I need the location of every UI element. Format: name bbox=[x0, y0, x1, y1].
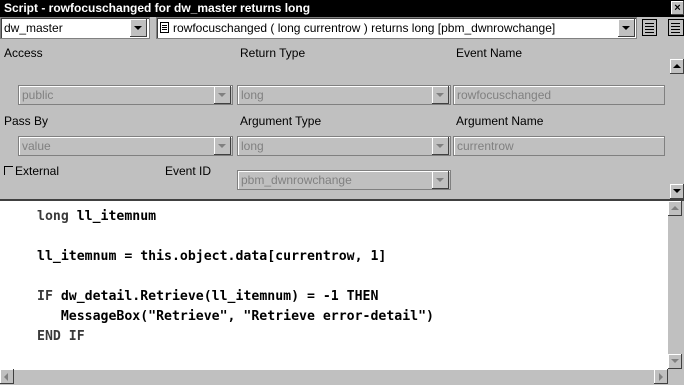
code-keyword: IF bbox=[37, 289, 53, 304]
return-type-label: Return Type bbox=[240, 46, 306, 60]
external-checkbox-box[interactable] bbox=[4, 166, 13, 175]
external-label: External bbox=[15, 164, 60, 178]
object-select[interactable]: dw_master bbox=[0, 17, 150, 39]
list-view-alt-icon[interactable] bbox=[668, 19, 684, 36]
chevron-down-icon[interactable] bbox=[432, 137, 449, 155]
pass-by-label: Pass By bbox=[4, 114, 49, 128]
close-button[interactable]: × bbox=[671, 1, 684, 15]
code-line[interactable] bbox=[37, 227, 434, 247]
code-text: ll_itemnum = this.object.data[currentrow… bbox=[37, 249, 387, 264]
code-keyword: END IF bbox=[37, 329, 85, 344]
pass-by-select[interactable]: value bbox=[18, 136, 233, 156]
scroll-up-icon[interactable] bbox=[670, 59, 684, 74]
title-bar[interactable]: Script - rowfocuschanged for dw_master r… bbox=[0, 0, 684, 17]
argument-name-label: Argument Name bbox=[456, 114, 544, 128]
chevron-down-icon[interactable] bbox=[130, 19, 147, 37]
return-type-select[interactable]: long bbox=[237, 85, 451, 105]
event-name-value: rowfocuschanged bbox=[457, 88, 552, 102]
code-text: dw_detail.Retrieve(ll_itemnum) = -1 THEN bbox=[52, 289, 379, 304]
code-line[interactable]: long ll_itemnum bbox=[37, 207, 434, 227]
object-select-value: dw_master bbox=[4, 21, 63, 35]
script-code[interactable]: long ll_itemnum ll_itemnum = this.object.… bbox=[37, 207, 434, 347]
chevron-down-icon[interactable] bbox=[432, 86, 449, 104]
event-name-field[interactable]: rowfocuschanged bbox=[453, 85, 665, 105]
event-select-value: rowfocuschanged ( long currentrow ) retu… bbox=[173, 21, 556, 35]
editor-hscrollbar[interactable] bbox=[0, 369, 668, 385]
event-select-value-wrap: rowfocuschanged ( long currentrow ) retu… bbox=[160, 18, 615, 38]
scroll-down-icon[interactable] bbox=[670, 184, 684, 199]
return-type-value: long bbox=[241, 88, 264, 102]
argument-type-label: Argument Type bbox=[240, 114, 322, 128]
code-text: MessageBox("Retrieve", "Retrieve error-d… bbox=[37, 309, 434, 324]
pass-by-value: value bbox=[22, 139, 51, 153]
script-editor[interactable]: long ll_itemnum ll_itemnum = this.object.… bbox=[0, 199, 684, 385]
editor-vscrollbar[interactable] bbox=[668, 201, 684, 369]
scroll-down-icon[interactable] bbox=[668, 354, 682, 369]
properties-scrollbar[interactable] bbox=[670, 59, 684, 199]
event-id-select[interactable]: pbm_dwnrowchange bbox=[237, 170, 451, 190]
access-label: Access bbox=[4, 46, 43, 60]
chevron-down-icon[interactable] bbox=[618, 19, 635, 37]
code-line[interactable]: IF dw_detail.Retrieve(ll_itemnum) = -1 T… bbox=[37, 287, 434, 307]
argument-type-select[interactable]: long bbox=[237, 136, 451, 156]
code-text: ll_itemnum bbox=[68, 209, 157, 224]
event-name-label: Event Name bbox=[456, 46, 523, 60]
access-select[interactable]: public bbox=[18, 85, 233, 105]
scroll-corner bbox=[668, 369, 684, 385]
chevron-down-icon[interactable] bbox=[214, 137, 231, 155]
code-line[interactable]: END IF bbox=[37, 327, 434, 347]
event-id-value: pbm_dwnrowchange bbox=[241, 173, 352, 187]
scroll-up-icon[interactable] bbox=[668, 201, 682, 216]
chevron-down-icon[interactable] bbox=[432, 171, 449, 189]
window-title: Script - rowfocuschanged for dw_master r… bbox=[4, 1, 311, 15]
chevron-down-icon[interactable] bbox=[214, 86, 231, 104]
properties-panel: Access Return Type Event Name public lon… bbox=[0, 39, 670, 199]
code-line[interactable]: ll_itemnum = this.object.data[currentrow… bbox=[37, 247, 434, 267]
event-id-label: Event ID bbox=[165, 164, 212, 178]
argument-name-field[interactable]: currentrow bbox=[453, 136, 665, 156]
access-value: public bbox=[22, 88, 54, 102]
list-view-icon[interactable] bbox=[642, 19, 657, 36]
code-keyword: long bbox=[37, 209, 69, 224]
external-checkbox[interactable]: External bbox=[4, 164, 59, 178]
code-line[interactable]: MessageBox("Retrieve", "Retrieve error-d… bbox=[37, 307, 434, 327]
scroll-left-icon[interactable] bbox=[0, 369, 14, 384]
argument-name-value: currentrow bbox=[457, 139, 514, 153]
scroll-right-icon[interactable] bbox=[654, 369, 668, 384]
argument-type-value: long bbox=[241, 139, 264, 153]
event-select[interactable]: rowfocuschanged ( long currentrow ) retu… bbox=[156, 17, 637, 39]
script-document-icon bbox=[160, 22, 169, 33]
code-line[interactable] bbox=[37, 267, 434, 287]
